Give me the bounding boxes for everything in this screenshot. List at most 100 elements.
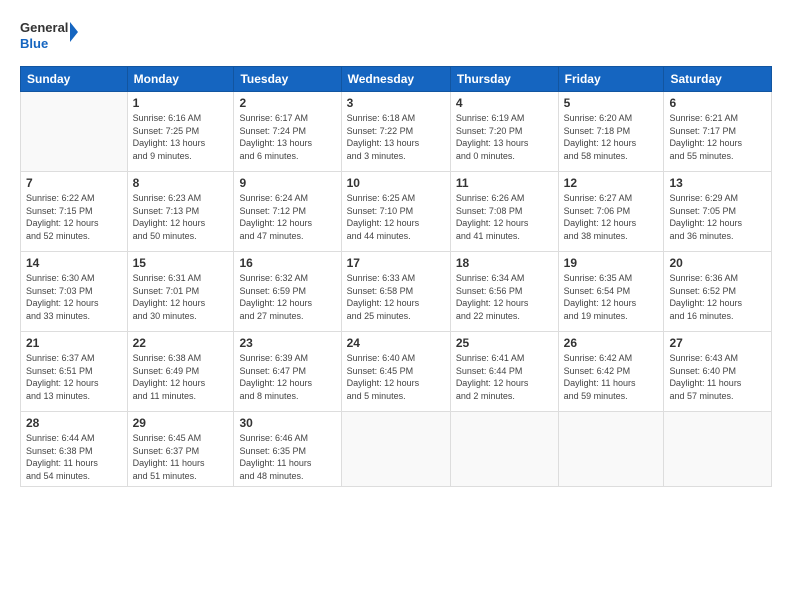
day-number: 27	[669, 336, 766, 350]
day-number: 12	[564, 176, 659, 190]
calendar-cell: 13Sunrise: 6:29 AMSunset: 7:05 PMDayligh…	[664, 172, 772, 252]
day-number: 9	[239, 176, 335, 190]
logo: General Blue	[20, 16, 80, 56]
calendar-cell: 26 Sunrise: 6:42 AMSunset: 6:42 PMDayligh…	[558, 332, 664, 412]
day-info: Sunrise: 6:45 AMSunset: 6:37 PMDaylight:…	[133, 432, 229, 482]
day-info: Sunrise: 6:23 AMSunset: 7:13 PMDaylight:…	[133, 192, 229, 242]
calendar-header-friday: Friday	[558, 67, 664, 92]
svg-text:Blue: Blue	[20, 36, 48, 51]
calendar-cell	[450, 412, 558, 487]
calendar-cell: 4 Sunrise: 6:19 AMSunset: 7:20 PMDaylight…	[450, 92, 558, 172]
calendar-cell: 25 Sunrise: 6:41 AMSunset: 6:44 PMDayligh…	[450, 332, 558, 412]
day-info: Sunrise: 6:22 AMSunset: 7:15 PMDaylight:…	[26, 192, 122, 242]
day-info: Sunrise: 6:42 AMSunset: 6:42 PMDaylight:…	[564, 352, 659, 402]
calendar-cell: 5 Sunrise: 6:20 AMSunset: 7:18 PMDaylight…	[558, 92, 664, 172]
day-number: 22	[133, 336, 229, 350]
day-info: Sunrise: 6:29 AMSunset: 7:05 PMDaylight:…	[669, 192, 766, 242]
day-number: 24	[347, 336, 445, 350]
day-info: Sunrise: 6:43 AMSunset: 6:40 PMDaylight:…	[669, 352, 766, 402]
calendar-cell: 24 Sunrise: 6:40 AMSunset: 6:45 PMDayligh…	[341, 332, 450, 412]
page-header: General Blue	[20, 16, 772, 56]
day-info: Sunrise: 6:37 AMSunset: 6:51 PMDaylight:…	[26, 352, 122, 402]
day-info: Sunrise: 6:36 AMSunset: 6:52 PMDaylight:…	[669, 272, 766, 322]
day-info: Sunrise: 6:16 AMSunset: 7:25 PMDaylight:…	[133, 112, 229, 162]
logo-svg: General Blue	[20, 16, 80, 56]
day-info: Sunrise: 6:31 AMSunset: 7:01 PMDaylight:…	[133, 272, 229, 322]
calendar-cell: 8 Sunrise: 6:23 AMSunset: 7:13 PMDaylight…	[127, 172, 234, 252]
day-info: Sunrise: 6:19 AMSunset: 7:20 PMDaylight:…	[456, 112, 553, 162]
day-number: 19	[564, 256, 659, 270]
day-number: 26	[564, 336, 659, 350]
day-info: Sunrise: 6:32 AMSunset: 6:59 PMDaylight:…	[239, 272, 335, 322]
calendar-cell: 14 Sunrise: 6:30 AMSunset: 7:03 PMDayligh…	[21, 252, 128, 332]
calendar-cell: 1 Sunrise: 6:16 AMSunset: 7:25 PMDaylight…	[127, 92, 234, 172]
day-number: 23	[239, 336, 335, 350]
day-number: 2	[239, 96, 335, 110]
day-number: 14	[26, 256, 122, 270]
day-number: 28	[26, 416, 122, 430]
day-number: 21	[26, 336, 122, 350]
day-info: Sunrise: 6:17 AMSunset: 7:24 PMDaylight:…	[239, 112, 335, 162]
day-number: 11	[456, 176, 553, 190]
day-info: Sunrise: 6:40 AMSunset: 6:45 PMDaylight:…	[347, 352, 445, 402]
calendar-cell: 16 Sunrise: 6:32 AMSunset: 6:59 PMDayligh…	[234, 252, 341, 332]
day-number: 17	[347, 256, 445, 270]
day-number: 6	[669, 96, 766, 110]
calendar-cell: 21 Sunrise: 6:37 AMSunset: 6:51 PMDayligh…	[21, 332, 128, 412]
day-info: Sunrise: 6:18 AMSunset: 7:22 PMDaylight:…	[347, 112, 445, 162]
day-number: 30	[239, 416, 335, 430]
calendar-cell: 15Sunrise: 6:31 AMSunset: 7:01 PMDayligh…	[127, 252, 234, 332]
calendar-cell: 2 Sunrise: 6:17 AMSunset: 7:24 PMDaylight…	[234, 92, 341, 172]
calendar-header-row: SundayMondayTuesdayWednesdayThursdayFrid…	[21, 67, 772, 92]
calendar-cell: 11 Sunrise: 6:26 AMSunset: 7:08 PMDayligh…	[450, 172, 558, 252]
calendar-cell: 6Sunrise: 6:21 AMSunset: 7:17 PMDaylight…	[664, 92, 772, 172]
calendar-cell: 10 Sunrise: 6:25 AMSunset: 7:10 PMDayligh…	[341, 172, 450, 252]
calendar-header-saturday: Saturday	[664, 67, 772, 92]
calendar-cell: 30 Sunrise: 6:46 AMSunset: 6:35 PMDayligh…	[234, 412, 341, 487]
calendar-cell	[664, 412, 772, 487]
calendar-cell: 29 Sunrise: 6:45 AMSunset: 6:37 PMDayligh…	[127, 412, 234, 487]
day-number: 7	[26, 176, 122, 190]
calendar-cell: 7 Sunrise: 6:22 AMSunset: 7:15 PMDaylight…	[21, 172, 128, 252]
day-number: 10	[347, 176, 445, 190]
calendar-cell: 22 Sunrise: 6:38 AMSunset: 6:49 PMDayligh…	[127, 332, 234, 412]
calendar-header-wednesday: Wednesday	[341, 67, 450, 92]
day-info: Sunrise: 6:27 AMSunset: 7:06 PMDaylight:…	[564, 192, 659, 242]
day-number: 4	[456, 96, 553, 110]
calendar-cell: 28 Sunrise: 6:44 AMSunset: 6:38 PMDayligh…	[21, 412, 128, 487]
day-info: Sunrise: 6:46 AMSunset: 6:35 PMDaylight:…	[239, 432, 335, 482]
calendar-cell: 18Sunrise: 6:34 AMSunset: 6:56 PMDayligh…	[450, 252, 558, 332]
calendar-cell	[558, 412, 664, 487]
day-number: 20	[669, 256, 766, 270]
calendar-cell: 23Sunrise: 6:39 AMSunset: 6:47 PMDayligh…	[234, 332, 341, 412]
day-info: Sunrise: 6:20 AMSunset: 7:18 PMDaylight:…	[564, 112, 659, 162]
calendar-cell: 17 Sunrise: 6:33 AMSunset: 6:58 PMDayligh…	[341, 252, 450, 332]
day-number: 8	[133, 176, 229, 190]
day-info: Sunrise: 6:35 AMSunset: 6:54 PMDaylight:…	[564, 272, 659, 322]
calendar-cell: 3Sunrise: 6:18 AMSunset: 7:22 PMDaylight…	[341, 92, 450, 172]
calendar-cell	[21, 92, 128, 172]
day-info: Sunrise: 6:24 AMSunset: 7:12 PMDaylight:…	[239, 192, 335, 242]
calendar-header-sunday: Sunday	[21, 67, 128, 92]
day-number: 25	[456, 336, 553, 350]
calendar-cell: 19 Sunrise: 6:35 AMSunset: 6:54 PMDayligh…	[558, 252, 664, 332]
day-number: 16	[239, 256, 335, 270]
day-info: Sunrise: 6:38 AMSunset: 6:49 PMDaylight:…	[133, 352, 229, 402]
calendar-cell: 12 Sunrise: 6:27 AMSunset: 7:06 PMDayligh…	[558, 172, 664, 252]
svg-text:General: General	[20, 20, 68, 35]
day-info: Sunrise: 6:33 AMSunset: 6:58 PMDaylight:…	[347, 272, 445, 322]
day-number: 1	[133, 96, 229, 110]
calendar-cell	[341, 412, 450, 487]
calendar-header-monday: Monday	[127, 67, 234, 92]
day-info: Sunrise: 6:26 AMSunset: 7:08 PMDaylight:…	[456, 192, 553, 242]
day-number: 5	[564, 96, 659, 110]
day-info: Sunrise: 6:41 AMSunset: 6:44 PMDaylight:…	[456, 352, 553, 402]
day-info: Sunrise: 6:44 AMSunset: 6:38 PMDaylight:…	[26, 432, 122, 482]
calendar-header-tuesday: Tuesday	[234, 67, 341, 92]
day-info: Sunrise: 6:25 AMSunset: 7:10 PMDaylight:…	[347, 192, 445, 242]
calendar-cell: 20 Sunrise: 6:36 AMSunset: 6:52 PMDayligh…	[664, 252, 772, 332]
day-info: Sunrise: 6:34 AMSunset: 6:56 PMDaylight:…	[456, 272, 553, 322]
day-info: Sunrise: 6:30 AMSunset: 7:03 PMDaylight:…	[26, 272, 122, 322]
calendar-cell: 27 Sunrise: 6:43 AMSunset: 6:40 PMDayligh…	[664, 332, 772, 412]
day-number: 29	[133, 416, 229, 430]
